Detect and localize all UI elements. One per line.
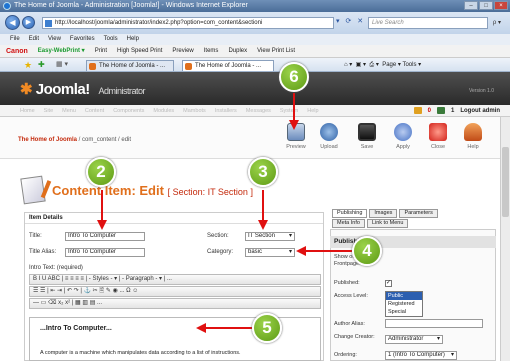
callout-3: 3 <box>248 157 278 187</box>
callout-6: 6 <box>279 62 309 92</box>
callout-2: 2 <box>86 157 116 187</box>
callout-5: 5 <box>252 313 282 343</box>
callout-4: 4 <box>352 236 382 266</box>
